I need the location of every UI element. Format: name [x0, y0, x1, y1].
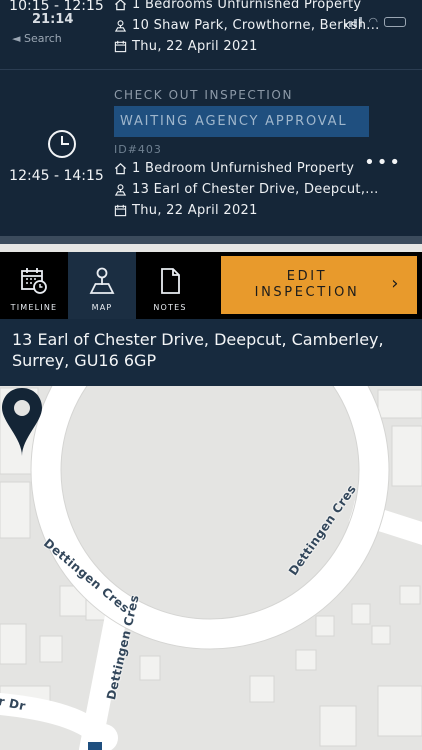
date-line: Thu, 22 April 2021: [114, 36, 380, 57]
more-dots-icon[interactable]: •••: [364, 152, 402, 173]
location-map-icon: [114, 184, 127, 196]
inspection-date: Thu, 22 April 2021: [132, 39, 258, 54]
map-canvas[interactable]: [0, 386, 422, 750]
status-badge: WAITING AGENCY APPROVAL: [114, 106, 369, 137]
property-address: 13 Earl of Chester Drive, Deepcut,...: [132, 182, 379, 197]
tab-label: MAP: [91, 303, 113, 312]
property-line: 1 Bedroom Unfurnished Property: [114, 158, 379, 179]
clock-icon: [48, 130, 76, 158]
inspection-time: 10:15 - 12:15: [9, 0, 104, 14]
home-icon: [114, 163, 127, 175]
tab-notes[interactable]: NOTES: [136, 252, 204, 319]
inspection-row[interactable]: 12:45 - 14:15 CHECK OUT INSPECTION WAITI…: [0, 69, 422, 241]
property-address: 10 Shaw Park, Crowthorne, Berksh...: [132, 18, 380, 33]
date-line: Thu, 22 April 2021: [114, 200, 379, 221]
edit-button-line2: INSPECTION: [254, 285, 360, 300]
inspection-date: Thu, 22 April 2021: [132, 203, 258, 218]
map-view[interactable]: Dettingen Cres Dettingen Cres Dettingen …: [0, 386, 422, 750]
document-icon: [161, 268, 180, 294]
inspection-id: ID#403: [114, 143, 162, 156]
inspection-time: 12:45 - 14:15: [9, 168, 104, 184]
tab-map[interactable]: MAP: [68, 252, 136, 319]
inspection-row[interactable]: 10:15 - 12:15 1 Bedrooms Unfurnished Pro…: [0, 0, 422, 68]
tab-label: NOTES: [153, 303, 187, 312]
address-line: 10 Shaw Park, Crowthorne, Berksh...: [114, 15, 380, 36]
location-map-icon: [114, 20, 127, 32]
tab-label: TIMELINE: [10, 303, 58, 312]
inspection-type: CHECK OUT INSPECTION: [114, 88, 294, 102]
location-pin-icon[interactable]: [0, 386, 44, 458]
calendar-icon: [114, 204, 127, 217]
map-pin-icon: [89, 267, 115, 294]
inspection-list[interactable]: 21:14 ◄ Search ◠ 10:15 - 12:15 1 Bedroom…: [0, 0, 422, 244]
home-icon: [114, 0, 127, 11]
property-name: 1 Bedrooms Unfurnished Property: [132, 0, 362, 12]
tab-bar: TIMELINE MAP NOTES EDIT INSPECTION ›: [0, 252, 422, 319]
property-address-header: 13 Earl of Chester Drive, Deepcut, Cambe…: [0, 319, 422, 386]
calendar-clock-icon: [21, 268, 47, 294]
list-divider: [0, 236, 422, 244]
property-name: 1 Bedroom Unfurnished Property: [132, 161, 355, 176]
edit-button-line1: EDIT: [286, 269, 328, 284]
address-line: 13 Earl of Chester Drive, Deepcut,...: [114, 179, 379, 200]
property-line: 1 Bedrooms Unfurnished Property: [114, 0, 380, 15]
chevron-right-icon: ›: [391, 273, 401, 294]
tab-timeline[interactable]: TIMELINE: [0, 252, 68, 319]
edit-inspection-button[interactable]: EDIT INSPECTION ›: [221, 256, 417, 314]
calendar-icon: [114, 40, 127, 53]
